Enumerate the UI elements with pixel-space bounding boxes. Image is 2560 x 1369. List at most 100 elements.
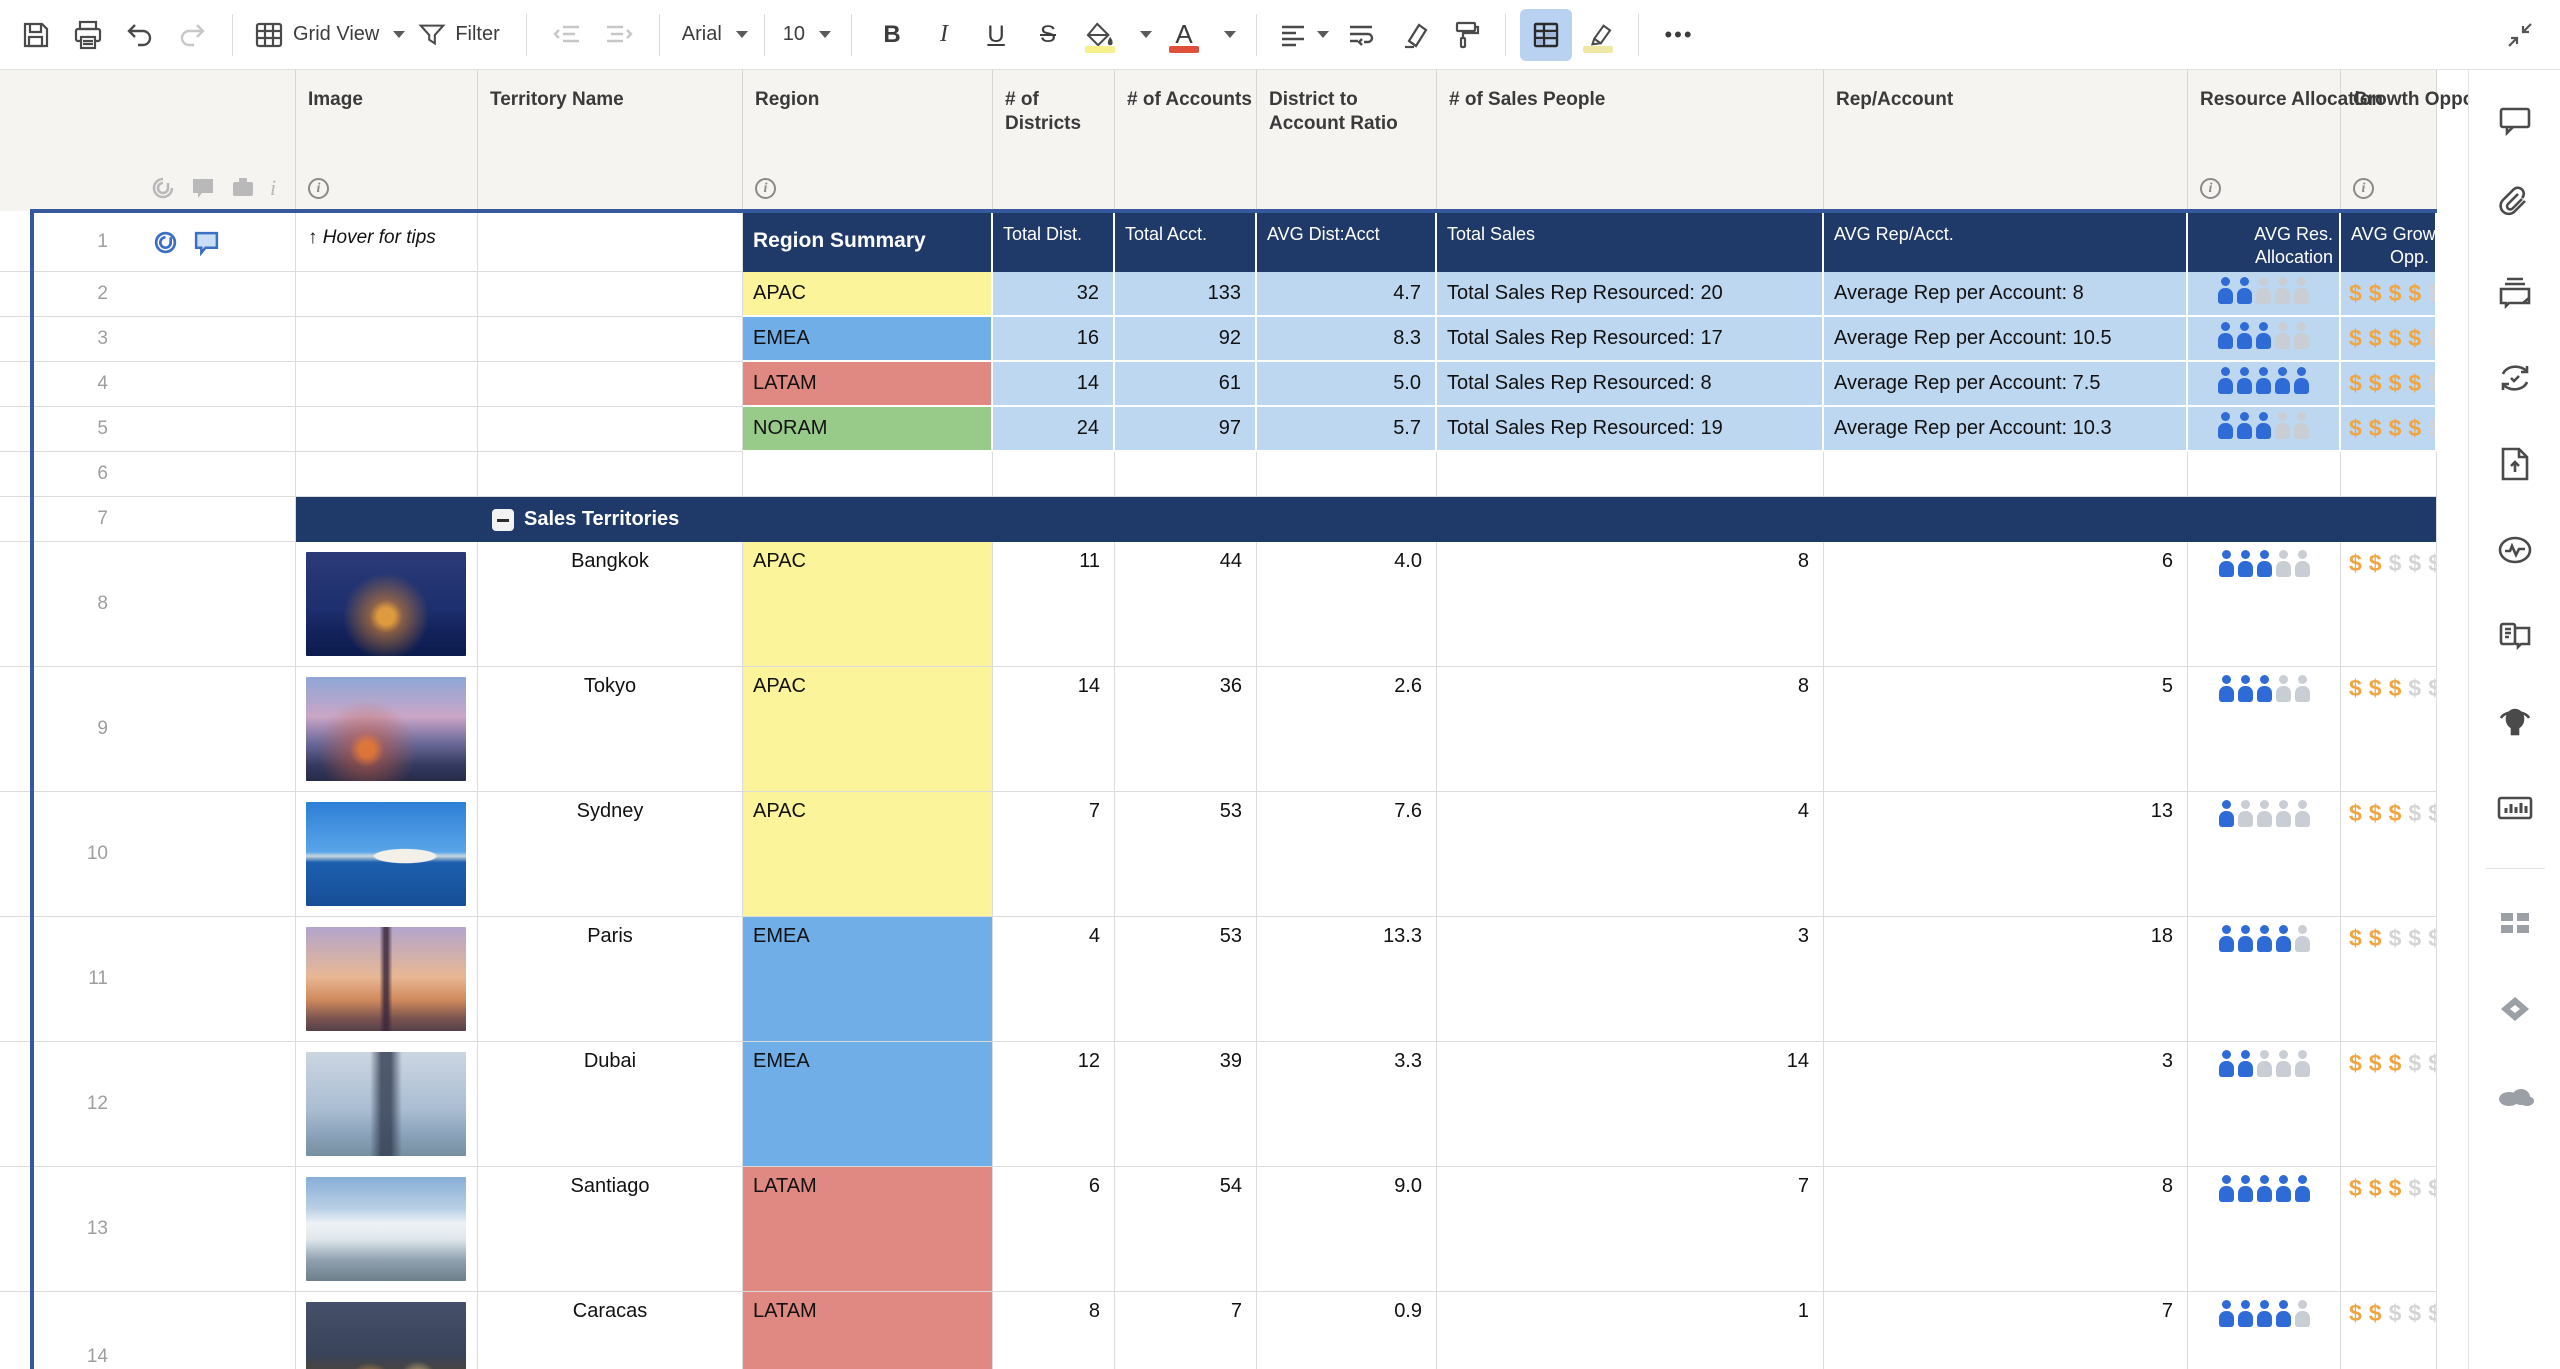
more-options-button[interactable]: ••• xyxy=(1653,9,1705,61)
territory-image-cell[interactable] xyxy=(296,1042,478,1167)
summary-col-header-cell[interactable]: AVG Dist:Acct xyxy=(1257,213,1437,272)
row-comment-icon[interactable] xyxy=(193,229,220,256)
region-cell[interactable]: NORAM xyxy=(743,407,993,452)
region-cell[interactable]: LATAM xyxy=(743,1292,993,1369)
column-header-region[interactable]: Region i xyxy=(743,70,993,211)
rep-account-cell[interactable]: 18 xyxy=(1824,917,2188,1042)
region-cell[interactable]: APAC xyxy=(743,272,993,317)
total-accounts-cell[interactable]: 97 xyxy=(1115,407,1257,452)
districts-cell[interactable]: 14 xyxy=(993,667,1115,792)
accounts-cell[interactable]: 53 xyxy=(1115,917,1257,1042)
underline-button[interactable]: U xyxy=(970,9,1022,61)
growth-opportunity-cell[interactable]: $$$$$ xyxy=(2341,667,2437,792)
total-accounts-cell[interactable]: 61 xyxy=(1115,362,1257,407)
districts-cell[interactable]: 4 xyxy=(993,917,1115,1042)
empty-cell[interactable] xyxy=(2341,452,2437,497)
print-button[interactable] xyxy=(62,9,114,61)
territory-image-cell[interactable] xyxy=(296,1292,478,1369)
growth-opportunity-cell[interactable]: $$$$$ xyxy=(2341,317,2437,362)
rep-account-cell[interactable]: 7 xyxy=(1824,1292,2188,1369)
sales-people-cell[interactable]: 7 xyxy=(1437,1167,1824,1292)
font-family-select[interactable]: Arial xyxy=(674,9,754,61)
row-attachment-icon[interactable] xyxy=(152,229,179,256)
empty-cell[interactable] xyxy=(743,452,993,497)
summary-col-header-cell[interactable]: Total Acct. xyxy=(1115,213,1257,272)
territory-image-caracas[interactable] xyxy=(306,1302,466,1369)
empty-cell[interactable] xyxy=(1437,452,1824,497)
fill-color-dropdown[interactable] xyxy=(1126,9,1158,61)
territory-name-cell[interactable]: Santiago xyxy=(478,1167,743,1292)
summary-col-header-cell[interactable]: Total Dist. xyxy=(993,213,1115,272)
column-header-district-to-account-ratio[interactable]: District to Account Ratio xyxy=(1257,70,1437,211)
empty-cell[interactable] xyxy=(296,407,478,452)
region-cell[interactable]: EMEA xyxy=(743,917,993,1042)
row-number-cell[interactable]: 4 xyxy=(0,362,296,407)
summary-col-header-cell[interactable]: Total Sales xyxy=(1437,213,1824,272)
column-header-territory-name[interactable]: Territory Name xyxy=(478,70,743,211)
districts-cell[interactable]: 11 xyxy=(993,542,1115,667)
info-icon[interactable]: i xyxy=(2200,178,2221,199)
territory-image-cell[interactable] xyxy=(296,917,478,1042)
avg-ratio-cell[interactable]: 8.3 xyxy=(1257,317,1437,362)
territory-image-cell[interactable] xyxy=(296,667,478,792)
territory-image-paris[interactable] xyxy=(306,927,466,1031)
row-number-cell[interactable]: 11 xyxy=(0,917,296,1042)
hover-tips-cell[interactable]: ↑ Hover for tips xyxy=(296,213,478,272)
empty-cell[interactable] xyxy=(1257,452,1437,497)
row-number-cell[interactable]: 3 xyxy=(0,317,296,362)
sales-people-cell[interactable]: 14 xyxy=(1437,1042,1824,1167)
territory-image-bangkok[interactable] xyxy=(306,552,466,656)
avg-ratio-cell[interactable]: 5.0 xyxy=(1257,362,1437,407)
update-requests-panel-button[interactable] xyxy=(2487,350,2543,406)
empty-cell[interactable] xyxy=(2188,452,2341,497)
growth-opportunity-cell[interactable]: $$$$$ xyxy=(2341,1292,2437,1369)
row-number-cell[interactable]: 1 xyxy=(0,213,296,272)
region-cell[interactable]: APAC xyxy=(743,792,993,917)
cloud-panel-button[interactable] xyxy=(2487,1067,2543,1123)
region-cell[interactable]: LATAM xyxy=(743,362,993,407)
empty-cell[interactable] xyxy=(478,362,743,407)
row-number-cell[interactable]: 10 xyxy=(0,792,296,917)
total-accounts-cell[interactable]: 92 xyxy=(1115,317,1257,362)
resource-allocation-cell[interactable] xyxy=(2188,362,2341,407)
accounts-cell[interactable]: 39 xyxy=(1115,1042,1257,1167)
summary-col-header-cell[interactable]: AVG Rep/Acct. xyxy=(1824,213,2188,272)
region-cell[interactable]: APAC xyxy=(743,542,993,667)
total-accounts-cell[interactable]: 133 xyxy=(1115,272,1257,317)
empty-cell[interactable] xyxy=(993,452,1115,497)
sales-people-cell[interactable]: 3 xyxy=(1437,917,1824,1042)
region-summary-title-cell[interactable]: Region Summary xyxy=(743,213,993,272)
rep-account-cell[interactable]: 13 xyxy=(1824,792,2188,917)
ratio-cell[interactable]: 2.6 xyxy=(1257,667,1437,792)
column-header-resource-allocation[interactable]: Resource Allocation i xyxy=(2188,70,2383,211)
ratio-cell[interactable]: 3.3 xyxy=(1257,1042,1437,1167)
row-number-cell[interactable]: 9 xyxy=(0,667,296,792)
collapse-toolbar-button[interactable] xyxy=(2494,9,2546,61)
growth-opportunity-cell[interactable]: $$$$$ xyxy=(2341,272,2437,317)
strikethrough-button[interactable]: S xyxy=(1022,9,1074,61)
work-insights-panel-button[interactable] xyxy=(2487,694,2543,750)
accounts-cell[interactable]: 53 xyxy=(1115,792,1257,917)
territory-image-santiago[interactable] xyxy=(306,1177,466,1281)
row-number-cell[interactable]: 2 xyxy=(0,272,296,317)
column-header--of-accounts[interactable]: # of Accounts xyxy=(1115,70,1257,211)
integrations-panel-button[interactable] xyxy=(2487,981,2543,1037)
publish-panel-button[interactable] xyxy=(2487,436,2543,492)
rep-account-cell[interactable]: 5 xyxy=(1824,667,2188,792)
region-cell[interactable]: LATAM xyxy=(743,1167,993,1292)
row-number-cell[interactable]: 6 xyxy=(0,452,296,497)
growth-opportunity-cell[interactable]: $$$$$ xyxy=(2341,542,2437,667)
indent-button[interactable] xyxy=(593,9,645,61)
italic-button[interactable]: I xyxy=(918,9,970,61)
total-districts-cell[interactable]: 24 xyxy=(993,407,1115,452)
growth-opportunity-cell[interactable]: $$$$$ xyxy=(2341,1167,2437,1292)
conversations-panel-button[interactable] xyxy=(2487,92,2543,148)
resource-allocation-cell[interactable] xyxy=(2188,1042,2341,1167)
text-color-dropdown[interactable] xyxy=(1210,9,1242,61)
resource-allocation-cell[interactable] xyxy=(2188,917,2341,1042)
accounts-cell[interactable]: 44 xyxy=(1115,542,1257,667)
sales-people-cell[interactable]: 1 xyxy=(1437,1292,1824,1369)
clear-format-button[interactable] xyxy=(1387,9,1439,61)
total-sales-cell[interactable]: Total Sales Rep Resourced: 8 xyxy=(1437,362,1824,407)
resource-allocation-cell[interactable] xyxy=(2188,1292,2341,1369)
